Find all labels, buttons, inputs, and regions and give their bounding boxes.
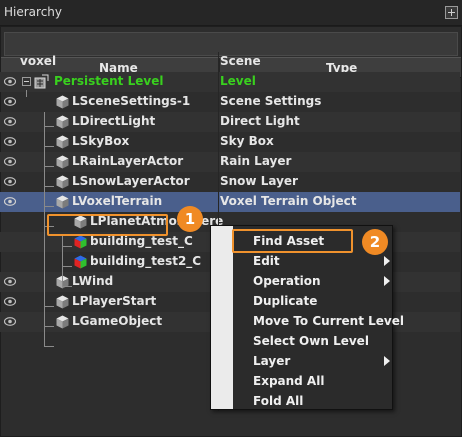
row-name: LWind [72, 274, 114, 288]
tree-row-voxel[interactable]: voxel Scene [0, 52, 460, 72]
menu-item-move-to-current-level[interactable]: Move To Current Level [253, 314, 404, 328]
row-name: LSnowLayerActor [72, 174, 190, 188]
panel-titlebar: Hierarchy [0, 0, 462, 26]
row-name: LRainLayerActor [72, 154, 184, 168]
tree-connector [44, 186, 54, 187]
visibility-eye-icon[interactable] [4, 117, 16, 126]
visibility-eye-icon[interactable] [4, 97, 16, 106]
tree-connector [62, 234, 63, 286]
level-icon [34, 74, 49, 89]
row-type: Scene [220, 54, 261, 68]
row-type: Snow Layer [220, 174, 298, 188]
menu-item-operation[interactable]: Operation [253, 274, 321, 288]
tree-connector [44, 206, 54, 207]
actor-cube-icon [56, 315, 69, 329]
row-name: Persistent Level [54, 74, 164, 88]
visibility-eye-icon[interactable] [4, 157, 16, 166]
visibility-eye-icon[interactable] [4, 137, 16, 146]
row-type: Direct Light [220, 114, 300, 128]
tree-connector [44, 146, 54, 147]
callout-badge-2: 2 [362, 229, 388, 255]
tree-row-lsnowlayeractor[interactable]: LSnowLayerActor Snow Layer [0, 172, 460, 192]
row-name: LGameObject [72, 314, 163, 328]
actor-cube-icon [56, 135, 69, 149]
tree-connector [62, 266, 72, 267]
row-type: Scene Settings [220, 94, 322, 108]
row-name: building_test_C [90, 234, 193, 248]
menu-item-expand-all[interactable]: Expand All [253, 374, 324, 388]
visibility-eye-icon[interactable] [4, 317, 16, 326]
row-type: Sky Box [220, 134, 274, 148]
visibility-eye-icon[interactable] [4, 177, 16, 186]
tree-row-persistent-level[interactable]: Persistent Level Level [0, 72, 460, 92]
row-name: LSceneSettings-1 [72, 94, 191, 108]
actor-cube-icon [56, 95, 69, 109]
row-type: Rain Layer [220, 154, 292, 168]
row-name: LSkyBox [72, 134, 130, 148]
submenu-arrow-icon [384, 356, 390, 366]
tree-connector [44, 126, 54, 127]
row-name: LDirectLight [72, 114, 156, 128]
row-name: voxel [20, 54, 57, 68]
mesh-cube-icon [74, 235, 87, 249]
tree-connector [62, 286, 72, 287]
tree-row-lskybox[interactable]: LSkyBox Sky Box [0, 132, 460, 152]
visibility-eye-icon[interactable] [4, 277, 16, 286]
callout-highlight-menu-item [232, 229, 353, 253]
row-name: LVoxelTerrain [72, 194, 163, 208]
actor-cube-icon [56, 295, 69, 309]
callout-highlight-row [47, 214, 168, 236]
row-name: LPlayerStart [72, 294, 157, 308]
mesh-cube-icon [74, 255, 87, 269]
actor-cube-icon [56, 115, 69, 129]
menu-item-edit[interactable]: Edit [253, 254, 280, 268]
menu-item-select-own-level[interactable]: Select Own Level [253, 334, 369, 348]
menu-item-fold-all[interactable]: Fold All [253, 394, 303, 408]
tree-connector [44, 326, 54, 327]
submenu-arrow-icon [384, 256, 390, 266]
tree-connector [26, 90, 27, 97]
tree-row-lvoxelterrain[interactable]: LVoxelTerrain Voxel Terrain Object [0, 192, 460, 212]
row-type: Level [220, 74, 256, 88]
collapse-toggle-icon[interactable] [22, 77, 31, 86]
tree-connector [44, 166, 54, 167]
row-name: building_test2_C [90, 254, 202, 268]
pin-icon[interactable] [445, 6, 458, 19]
callout-badge-1: 1 [177, 206, 203, 232]
visibility-eye-icon[interactable] [4, 297, 16, 306]
visibility-eye-icon[interactable] [4, 77, 16, 86]
tree-connector [44, 346, 54, 347]
row-type: Voxel Terrain Object [220, 194, 357, 208]
tree-row-lscenesettings[interactable]: LSceneSettings-1 Scene Settings [0, 92, 460, 112]
context-menu-gutter [211, 226, 233, 409]
actor-cube-icon [56, 175, 69, 189]
actor-cube-icon [56, 155, 69, 169]
tree-row-ldirectlight[interactable]: LDirectLight Direct Light [0, 112, 460, 132]
tree-connector [62, 246, 72, 247]
submenu-arrow-icon [384, 276, 390, 286]
menu-item-layer[interactable]: Layer [253, 354, 290, 368]
visibility-eye-icon[interactable] [4, 197, 16, 206]
actor-cube-icon [56, 195, 69, 209]
menu-item-duplicate[interactable]: Duplicate [253, 294, 317, 308]
panel-title: Hierarchy [4, 5, 63, 19]
tree-connector [44, 112, 45, 346]
tree-connector [44, 306, 54, 307]
tree-row-lrainlayeractor[interactable]: LRainLayerActor Rain Layer [0, 152, 460, 172]
